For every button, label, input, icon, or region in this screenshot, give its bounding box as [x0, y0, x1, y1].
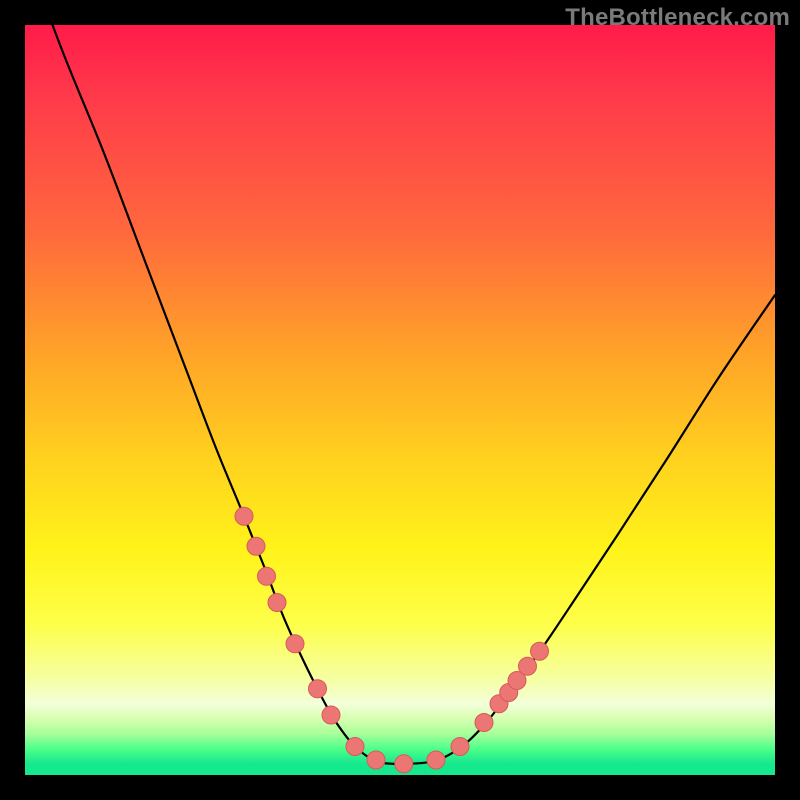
data-point: [258, 567, 276, 585]
data-point: [451, 738, 469, 756]
data-point: [346, 738, 364, 756]
data-point: [286, 635, 304, 653]
data-point: [367, 751, 385, 769]
data-point: [268, 594, 286, 612]
data-point: [235, 507, 253, 525]
watermark-text: TheBottleneck.com: [565, 4, 790, 32]
data-point: [395, 755, 413, 773]
data-point: [475, 714, 493, 732]
data-point: [309, 680, 327, 698]
data-point: [531, 642, 549, 660]
chart-svg: [25, 25, 775, 775]
plot-area: [25, 25, 775, 775]
gradient-background: [25, 25, 775, 775]
data-point: [427, 751, 445, 769]
data-point: [519, 657, 537, 675]
frame: TheBottleneck.com: [0, 0, 800, 800]
data-point: [322, 706, 340, 724]
data-point: [247, 537, 265, 555]
